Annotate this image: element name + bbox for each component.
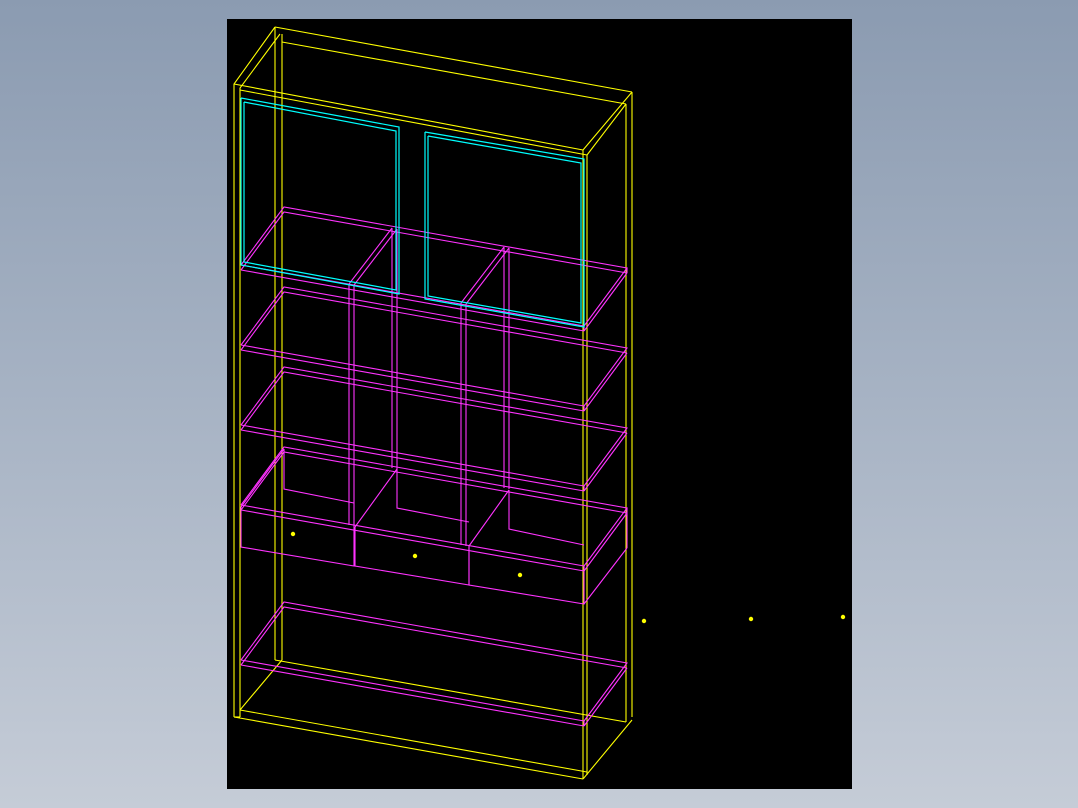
carcass-frame <box>233 26 633 780</box>
drawer-1-handle <box>290 531 296 537</box>
carcass-bottom-right <box>582 719 633 780</box>
carcass-top-front-inner <box>239 89 588 156</box>
carcass-bottom-inner-front <box>239 709 588 773</box>
carcass-top-back <box>274 26 633 93</box>
wireframe-drawing <box>233 26 846 780</box>
shelf-3 <box>240 366 628 492</box>
carcass-top-back-inner <box>281 41 627 105</box>
shelf-2 <box>240 286 628 412</box>
drawer-3-handle <box>517 572 523 578</box>
drawer-3[interactable] <box>468 490 628 605</box>
drawer-2-handle <box>412 553 418 559</box>
shelves <box>240 206 628 727</box>
cad-viewport[interactable] <box>227 19 852 789</box>
reference-points <box>290 531 846 624</box>
carcass-bottom-inner-left <box>239 659 283 711</box>
carcass-top-right-inner <box>586 103 627 156</box>
ref-point-2 <box>748 616 754 622</box>
ref-point-1 <box>641 618 647 624</box>
shelf-4 <box>240 446 628 572</box>
partitions <box>348 227 510 546</box>
ref-point-3 <box>840 614 846 620</box>
glass-doors <box>240 97 585 328</box>
drawer-2[interactable] <box>354 468 510 586</box>
carcass-bottom-front <box>233 716 584 780</box>
carcass-bottom-back <box>274 659 627 723</box>
glass-door-left[interactable] <box>240 97 400 295</box>
carcass-front-inner <box>239 33 281 717</box>
carcass-top-front <box>233 83 584 151</box>
shelf-1 <box>240 206 628 332</box>
